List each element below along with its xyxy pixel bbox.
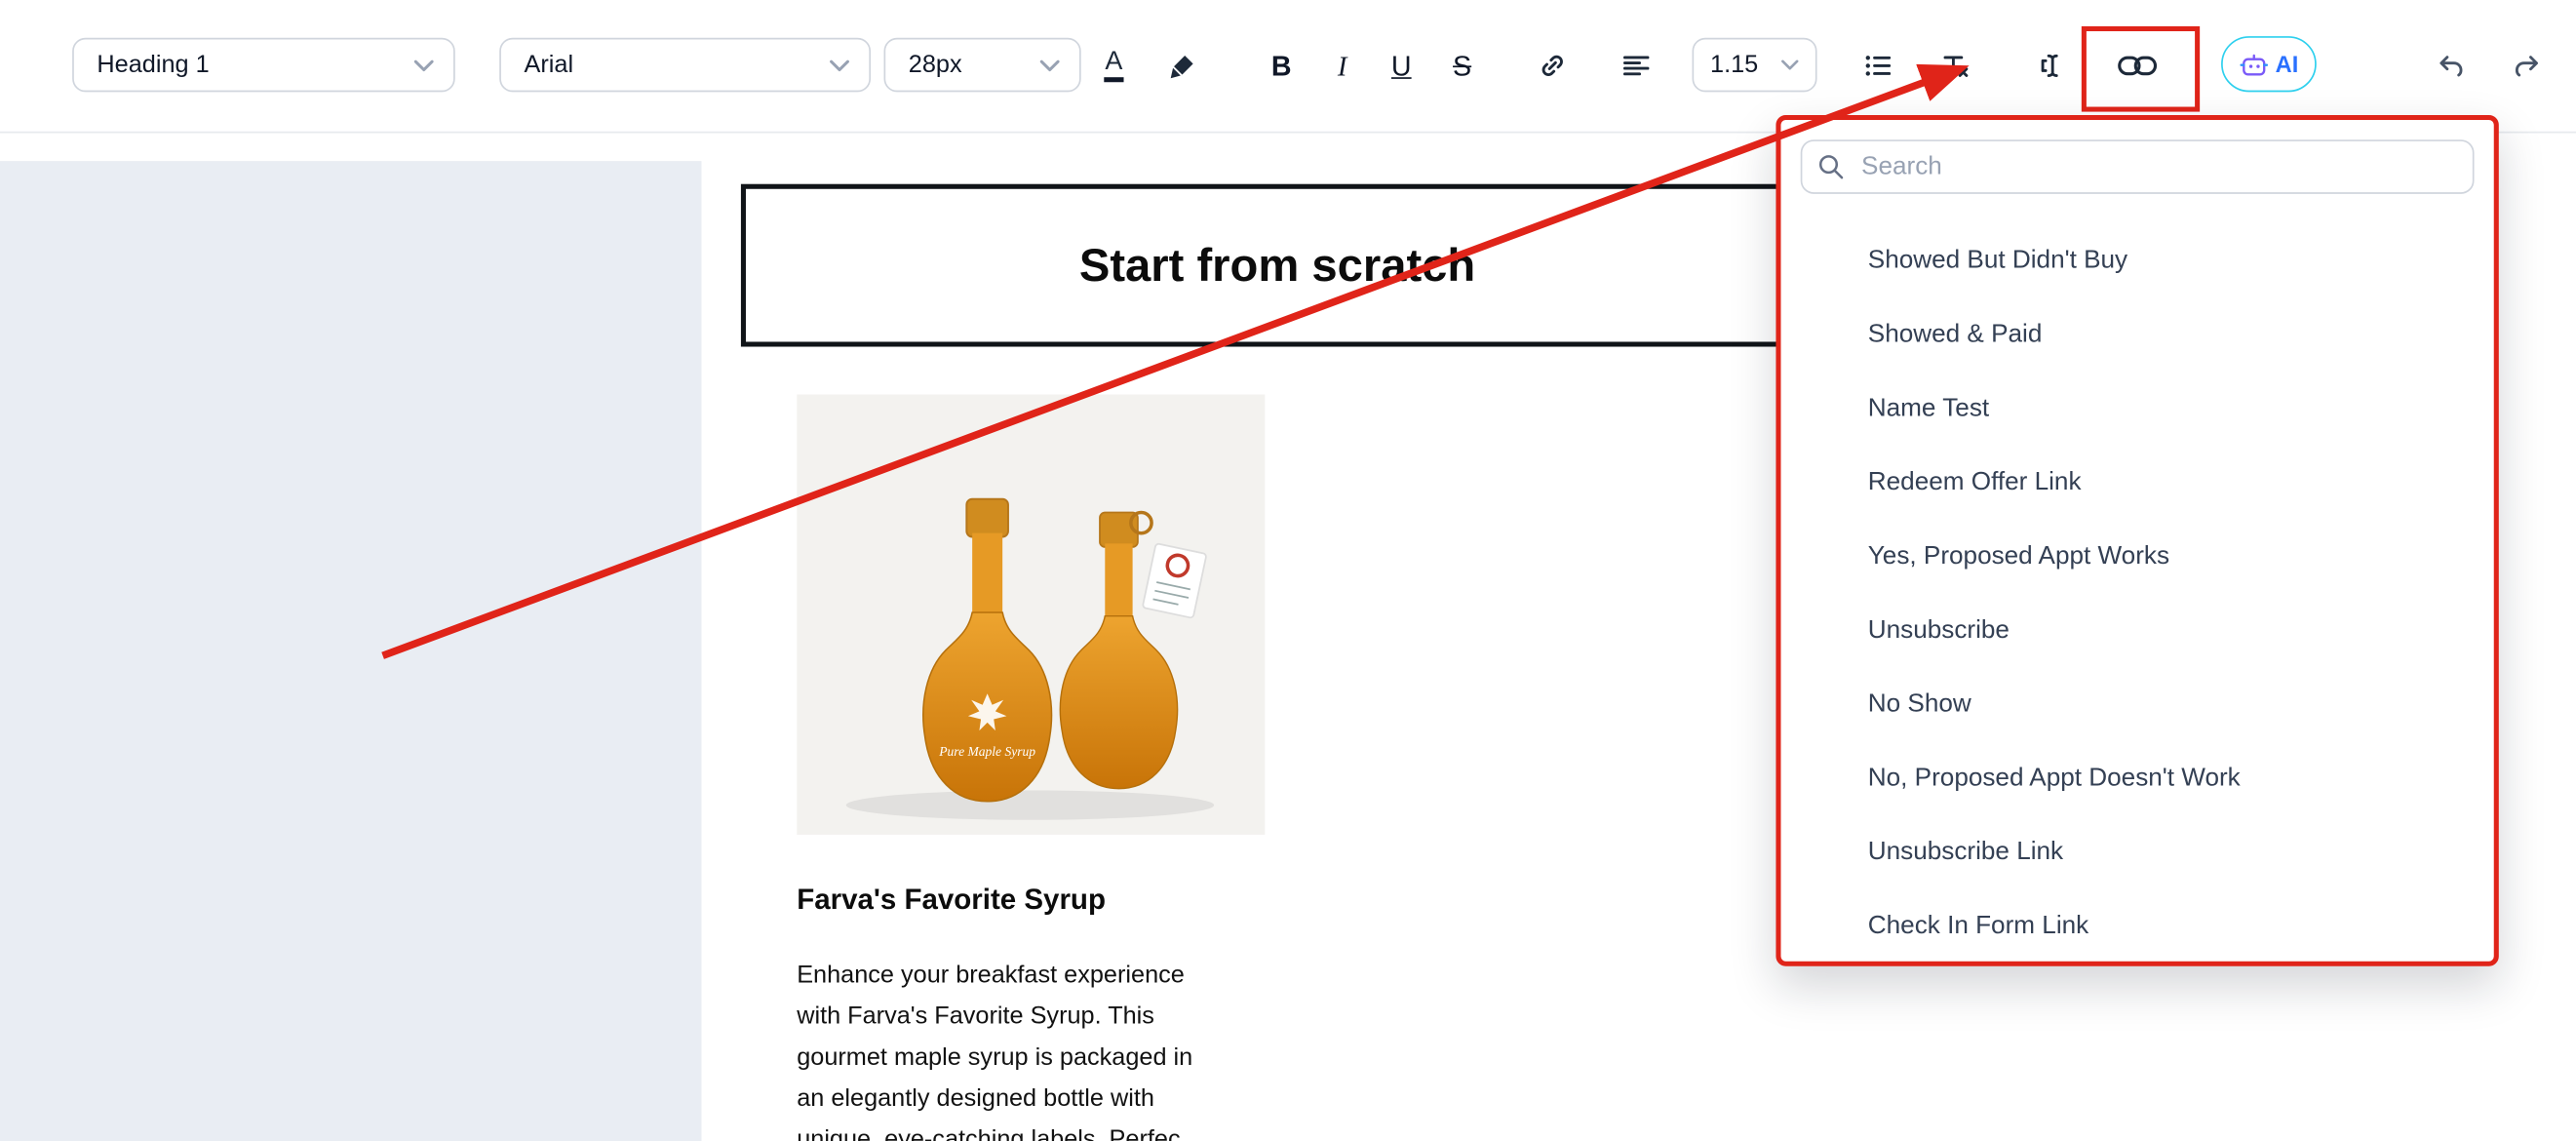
app-root: Heading 1 Arial 28px A B I U: [0, 0, 2576, 1141]
ai-assistant-button[interactable]: AI: [2221, 36, 2317, 92]
trigger-link-item[interactable]: Check In Form Link: [1780, 889, 2493, 964]
text-color-button[interactable]: A: [1084, 36, 1144, 96]
product-description[interactable]: Enhance your breakfast experience with F…: [797, 955, 1221, 1141]
text-cursor-icon: [2036, 50, 2069, 83]
product-image-block[interactable]: Pure Maple Syrup: [797, 394, 1265, 835]
underline-button[interactable]: U: [1372, 36, 1431, 96]
paragraph-style-value: Heading 1: [97, 51, 209, 79]
font-family-select[interactable]: Arial: [499, 38, 871, 93]
trigger-link-list: Showed But Didn't BuyShowed & PaidName T…: [1780, 223, 2493, 963]
font-size-select[interactable]: 28px: [884, 38, 1081, 93]
redo-button[interactable]: [2497, 36, 2556, 96]
chevron-down-icon: [1040, 59, 1060, 71]
chevron-down-icon: [414, 59, 434, 71]
bold-icon: B: [1271, 52, 1292, 80]
maple-syrup-image: Pure Maple Syrup: [797, 394, 1265, 835]
editor-toolbar: Heading 1 Arial 28px A B I U: [0, 0, 2576, 133]
italic-icon: I: [1338, 52, 1347, 80]
paragraph-style-select[interactable]: Heading 1: [72, 38, 455, 93]
clear-formatting-icon: [1938, 50, 1971, 83]
trigger-link-item[interactable]: Showed & Paid: [1780, 297, 2493, 372]
align-button[interactable]: [1607, 36, 1666, 96]
strikethrough-icon: S: [1453, 52, 1471, 80]
product-title[interactable]: Farva's Favorite Syrup: [797, 883, 1106, 917]
text-cursor-button[interactable]: [2022, 36, 2082, 96]
highlight-color-button[interactable]: [1153, 36, 1213, 96]
trigger-links-dropdown: Showed But Didn't BuyShowed & PaidName T…: [1776, 115, 2498, 966]
trigger-link-item[interactable]: Showed But Didn't Buy: [1780, 223, 2493, 297]
trigger-link-button[interactable]: [2108, 36, 2167, 96]
bullet-list-icon: [1861, 50, 1894, 83]
hero-heading-block[interactable]: Start from scratch: [741, 184, 1814, 347]
search-box: [1801, 139, 2475, 194]
trigger-link-item[interactable]: No Show: [1780, 667, 2493, 741]
italic-button[interactable]: I: [1312, 36, 1372, 96]
trigger-link-item[interactable]: Name Test: [1780, 372, 2493, 446]
robot-icon: [2240, 50, 2269, 78]
link-icon: [1536, 50, 1569, 83]
trigger-link-item[interactable]: Unsubscribe: [1780, 593, 2493, 667]
bullet-list-button[interactable]: [1849, 36, 1908, 96]
search-input[interactable]: [1801, 139, 2475, 194]
line-height-value: 1.15: [1710, 51, 1758, 79]
trigger-link-item[interactable]: Unsubscribe Link: [1780, 815, 2493, 889]
line-height-select[interactable]: 1.15: [1692, 38, 1816, 93]
hero-title: Start from scratch: [1079, 239, 1475, 292]
undo-button[interactable]: [2422, 36, 2481, 96]
trigger-link-item[interactable]: Redeem Offer Link: [1780, 446, 2493, 520]
underline-icon: U: [1391, 52, 1412, 80]
ai-button-label: AI: [2276, 51, 2299, 77]
text-color-icon: A: [1104, 50, 1124, 83]
chevron-down-icon: [1780, 59, 1799, 71]
insert-link-button[interactable]: [1523, 36, 1582, 96]
undo-icon: [2435, 50, 2468, 83]
redo-icon: [2511, 50, 2544, 83]
font-size-value: 28px: [909, 51, 962, 79]
strikethrough-button[interactable]: S: [1432, 36, 1492, 96]
bold-button[interactable]: B: [1252, 36, 1311, 96]
trigger-link-item[interactable]: Yes, Proposed Appt Works: [1780, 519, 2493, 593]
font-family-value: Arial: [524, 51, 573, 79]
editor-background: [0, 161, 701, 1141]
search-icon: [1817, 153, 1846, 181]
chevron-down-icon: [830, 59, 849, 71]
clear-formatting-button[interactable]: [1926, 36, 1985, 96]
trigger-link-item[interactable]: No, Proposed Appt Doesn't Work: [1780, 741, 2493, 815]
chain-link-icon: [2118, 53, 2157, 79]
highlighter-icon: [1166, 50, 1199, 83]
align-left-icon: [1620, 50, 1653, 83]
syrup-label-text: Pure Maple Syrup: [938, 744, 1035, 759]
